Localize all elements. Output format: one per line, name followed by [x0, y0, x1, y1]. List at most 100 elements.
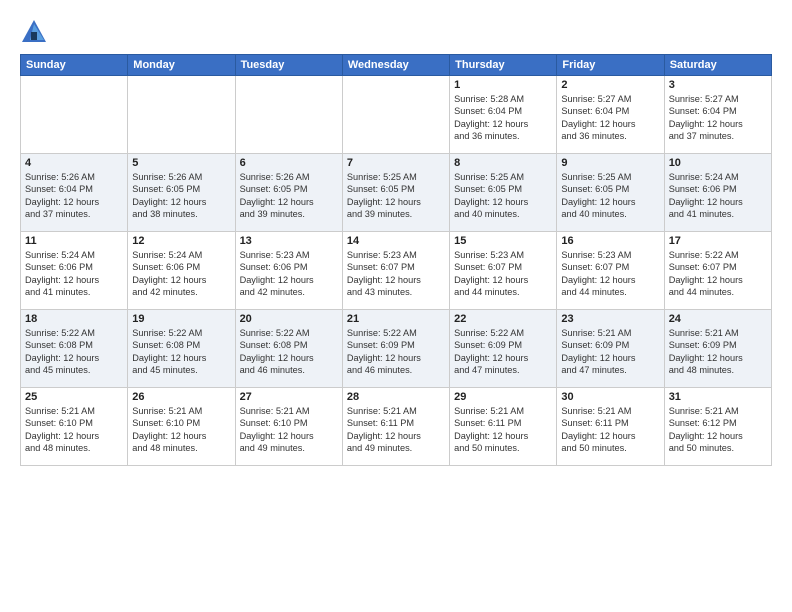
col-tuesday: Tuesday	[235, 55, 342, 76]
calendar-cell: 1 Sunrise: 5:28 AM Sunset: 6:04 PM Daylig…	[450, 76, 557, 154]
day-info: Sunrise: 5:21 AM Sunset: 6:11 PM Dayligh…	[347, 405, 445, 455]
calendar-cell: 9 Sunrise: 5:25 AM Sunset: 6:05 PM Daylig…	[557, 154, 664, 232]
day-number: 4	[25, 157, 123, 169]
day-info: Sunrise: 5:22 AM Sunset: 6:08 PM Dayligh…	[240, 327, 338, 377]
day-info: Sunrise: 5:23 AM Sunset: 6:07 PM Dayligh…	[347, 249, 445, 299]
day-number: 2	[561, 79, 659, 91]
day-info: Sunrise: 5:25 AM Sunset: 6:05 PM Dayligh…	[561, 171, 659, 221]
calendar-cell: 8 Sunrise: 5:25 AM Sunset: 6:05 PM Daylig…	[450, 154, 557, 232]
day-info: Sunrise: 5:21 AM Sunset: 6:09 PM Dayligh…	[669, 327, 767, 377]
calendar-cell: 21 Sunrise: 5:22 AM Sunset: 6:09 PM Dayli…	[342, 310, 449, 388]
calendar-cell: 7 Sunrise: 5:25 AM Sunset: 6:05 PM Daylig…	[342, 154, 449, 232]
day-info: Sunrise: 5:26 AM Sunset: 6:04 PM Dayligh…	[25, 171, 123, 221]
calendar-cell: 29 Sunrise: 5:21 AM Sunset: 6:11 PM Dayli…	[450, 388, 557, 466]
day-info: Sunrise: 5:21 AM Sunset: 6:11 PM Dayligh…	[561, 405, 659, 455]
day-info: Sunrise: 5:23 AM Sunset: 6:07 PM Dayligh…	[454, 249, 552, 299]
calendar-week-row: 4 Sunrise: 5:26 AM Sunset: 6:04 PM Daylig…	[21, 154, 772, 232]
day-info: Sunrise: 5:22 AM Sunset: 6:08 PM Dayligh…	[132, 327, 230, 377]
day-info: Sunrise: 5:27 AM Sunset: 6:04 PM Dayligh…	[561, 93, 659, 143]
day-number: 30	[561, 391, 659, 403]
day-info: Sunrise: 5:21 AM Sunset: 6:09 PM Dayligh…	[561, 327, 659, 377]
calendar-cell: 20Sunrise: 5:22 AM Sunset: 6:08 PM Dayli…	[235, 310, 342, 388]
calendar-cell	[128, 76, 235, 154]
calendar-cell: 15Sunrise: 5:23 AM Sunset: 6:07 PM Dayli…	[450, 232, 557, 310]
day-info: Sunrise: 5:24 AM Sunset: 6:06 PM Dayligh…	[132, 249, 230, 299]
calendar-cell: 24 Sunrise: 5:21 AM Sunset: 6:09 PM Dayli…	[664, 310, 771, 388]
day-number: 25	[25, 391, 123, 403]
day-info: Sunrise: 5:24 AM Sunset: 6:06 PM Dayligh…	[25, 249, 123, 299]
weekday-header-row: Sunday Monday Tuesday Wednesday Thursday…	[21, 55, 772, 76]
col-sunday: Sunday	[21, 55, 128, 76]
day-number: 7	[347, 157, 445, 169]
day-info: Sunrise: 5:21 AM Sunset: 6:10 PM Dayligh…	[132, 405, 230, 455]
day-number: 11	[25, 235, 123, 247]
day-info: Sunrise: 5:27 AM Sunset: 6:04 PM Dayligh…	[669, 93, 767, 143]
calendar-cell: 22 Sunrise: 5:22 AM Sunset: 6:09 PM Dayli…	[450, 310, 557, 388]
page: Sunday Monday Tuesday Wednesday Thursday…	[0, 0, 792, 612]
day-number: 12	[132, 235, 230, 247]
day-info: Sunrise: 5:25 AM Sunset: 6:05 PM Dayligh…	[347, 171, 445, 221]
day-info: Sunrise: 5:22 AM Sunset: 6:08 PM Dayligh…	[25, 327, 123, 377]
day-info: Sunrise: 5:22 AM Sunset: 6:09 PM Dayligh…	[347, 327, 445, 377]
day-number: 5	[132, 157, 230, 169]
calendar-cell: 28 Sunrise: 5:21 AM Sunset: 6:11 PM Dayli…	[342, 388, 449, 466]
day-number: 1	[454, 79, 552, 91]
day-number: 8	[454, 157, 552, 169]
day-number: 16	[561, 235, 659, 247]
calendar-cell: 5 Sunrise: 5:26 AM Sunset: 6:05 PM Daylig…	[128, 154, 235, 232]
day-info: Sunrise: 5:21 AM Sunset: 6:10 PM Dayligh…	[25, 405, 123, 455]
day-info: Sunrise: 5:22 AM Sunset: 6:09 PM Dayligh…	[454, 327, 552, 377]
day-info: Sunrise: 5:28 AM Sunset: 6:04 PM Dayligh…	[454, 93, 552, 143]
day-number: 31	[669, 391, 767, 403]
day-info: Sunrise: 5:21 AM Sunset: 6:11 PM Dayligh…	[454, 405, 552, 455]
calendar-cell: 3Sunrise: 5:27 AM Sunset: 6:04 PM Daylig…	[664, 76, 771, 154]
day-number: 18	[25, 313, 123, 325]
day-info: Sunrise: 5:24 AM Sunset: 6:06 PM Dayligh…	[669, 171, 767, 221]
calendar-cell: 23 Sunrise: 5:21 AM Sunset: 6:09 PM Dayli…	[557, 310, 664, 388]
day-number: 23	[561, 313, 659, 325]
col-friday: Friday	[557, 55, 664, 76]
calendar-cell: 19 Sunrise: 5:22 AM Sunset: 6:08 PM Dayli…	[128, 310, 235, 388]
logo-icon	[20, 18, 48, 46]
day-info: Sunrise: 5:21 AM Sunset: 6:10 PM Dayligh…	[240, 405, 338, 455]
day-number: 17	[669, 235, 767, 247]
calendar-cell: 18 Sunrise: 5:22 AM Sunset: 6:08 PM Dayli…	[21, 310, 128, 388]
calendar-cell: 17 Sunrise: 5:22 AM Sunset: 6:07 PM Dayli…	[664, 232, 771, 310]
calendar-week-row: 18 Sunrise: 5:22 AM Sunset: 6:08 PM Dayli…	[21, 310, 772, 388]
day-number: 14	[347, 235, 445, 247]
day-number: 27	[240, 391, 338, 403]
day-number: 10	[669, 157, 767, 169]
calendar-cell	[21, 76, 128, 154]
day-number: 22	[454, 313, 552, 325]
day-number: 26	[132, 391, 230, 403]
calendar-cell: 25 Sunrise: 5:21 AM Sunset: 6:10 PM Dayli…	[21, 388, 128, 466]
day-number: 9	[561, 157, 659, 169]
day-info: Sunrise: 5:26 AM Sunset: 6:05 PM Dayligh…	[132, 171, 230, 221]
calendar: Sunday Monday Tuesday Wednesday Thursday…	[20, 54, 772, 466]
logo	[20, 18, 52, 46]
calendar-cell: 30 Sunrise: 5:21 AM Sunset: 6:11 PM Dayli…	[557, 388, 664, 466]
col-wednesday: Wednesday	[342, 55, 449, 76]
day-number: 29	[454, 391, 552, 403]
calendar-cell: 31 Sunrise: 5:21 AM Sunset: 6:12 PM Dayli…	[664, 388, 771, 466]
calendar-cell: 13 Sunrise: 5:23 AM Sunset: 6:06 PM Dayli…	[235, 232, 342, 310]
day-info: Sunrise: 5:21 AM Sunset: 6:12 PM Dayligh…	[669, 405, 767, 455]
day-info: Sunrise: 5:22 AM Sunset: 6:07 PM Dayligh…	[669, 249, 767, 299]
calendar-cell: 27 Sunrise: 5:21 AM Sunset: 6:10 PM Dayli…	[235, 388, 342, 466]
calendar-cell: 4 Sunrise: 5:26 AM Sunset: 6:04 PM Daylig…	[21, 154, 128, 232]
calendar-cell: 14 Sunrise: 5:23 AM Sunset: 6:07 PM Dayli…	[342, 232, 449, 310]
day-info: Sunrise: 5:23 AM Sunset: 6:06 PM Dayligh…	[240, 249, 338, 299]
day-number: 24	[669, 313, 767, 325]
calendar-week-row: 11 Sunrise: 5:24 AM Sunset: 6:06 PM Dayli…	[21, 232, 772, 310]
day-number: 13	[240, 235, 338, 247]
calendar-cell: 10 Sunrise: 5:24 AM Sunset: 6:06 PM Dayli…	[664, 154, 771, 232]
header	[20, 18, 772, 46]
day-number: 21	[347, 313, 445, 325]
calendar-week-row: 25 Sunrise: 5:21 AM Sunset: 6:10 PM Dayli…	[21, 388, 772, 466]
day-info: Sunrise: 5:26 AM Sunset: 6:05 PM Dayligh…	[240, 171, 338, 221]
day-number: 19	[132, 313, 230, 325]
day-number: 28	[347, 391, 445, 403]
calendar-cell: 2 Sunrise: 5:27 AM Sunset: 6:04 PM Daylig…	[557, 76, 664, 154]
calendar-cell: 6Sunrise: 5:26 AM Sunset: 6:05 PM Daylig…	[235, 154, 342, 232]
day-info: Sunrise: 5:25 AM Sunset: 6:05 PM Dayligh…	[454, 171, 552, 221]
